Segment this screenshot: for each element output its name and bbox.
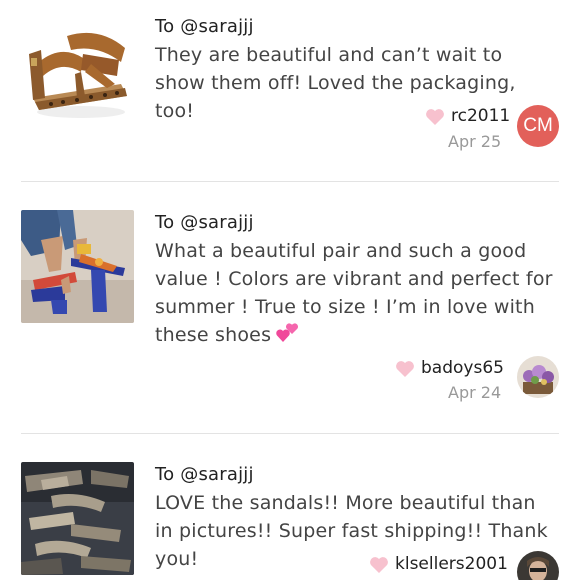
heart-icon[interactable] xyxy=(369,556,389,574)
reviewer-username[interactable]: badoys65 xyxy=(421,358,504,378)
reviewer-username[interactable]: klsellers2001 xyxy=(395,554,508,574)
review-text-content: What a beautiful pair and such a good va… xyxy=(155,240,553,346)
review-photo[interactable] xyxy=(21,14,134,127)
review-text: What a beautiful pair and such a good va… xyxy=(155,237,555,349)
reviewer-username[interactable]: rc2011 xyxy=(451,106,510,126)
reviews-feed: To @sarajjj They are beautiful and can’t… xyxy=(0,0,580,580)
review-date: Apr 25 xyxy=(448,132,502,151)
heart-icon[interactable] xyxy=(395,360,415,378)
avatar[interactable] xyxy=(517,356,559,398)
two-hearts-emoji xyxy=(276,323,299,342)
avatar[interactable]: CM xyxy=(517,105,559,147)
flower-basket-avatar-icon xyxy=(517,356,559,398)
review-photo[interactable] xyxy=(21,210,134,323)
divider xyxy=(21,181,559,182)
divider xyxy=(21,433,559,434)
sandal-photo-icon xyxy=(21,210,134,323)
review-recipient: To @sarajjj xyxy=(155,464,254,485)
review-recipient: To @sarajjj xyxy=(155,16,254,37)
sandal-photo-icon xyxy=(21,14,134,127)
sandal-photo-icon xyxy=(21,462,134,575)
review-recipient: To @sarajjj xyxy=(155,212,254,233)
heart-icon[interactable] xyxy=(425,108,445,126)
review-date: Apr 24 xyxy=(448,383,502,402)
review-photo[interactable] xyxy=(21,462,134,575)
